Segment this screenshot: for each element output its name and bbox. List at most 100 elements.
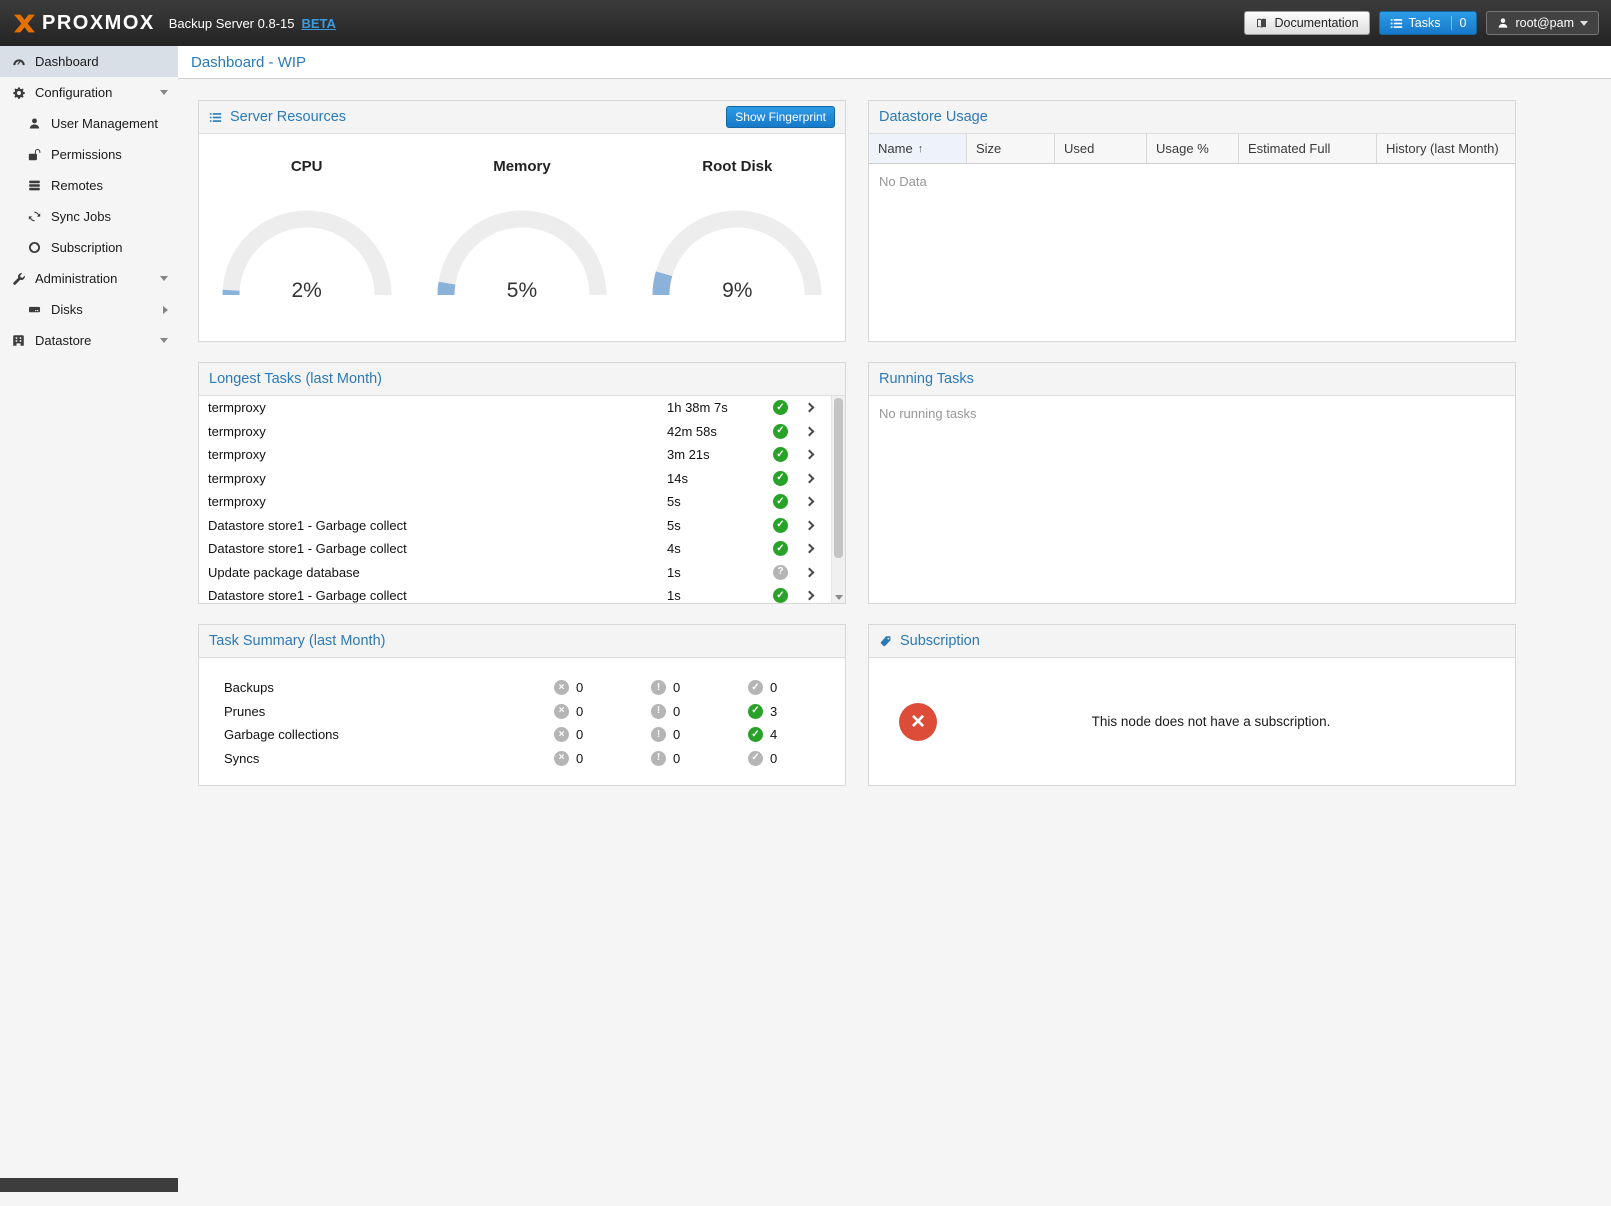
top-bar: PROXMOX Backup Server 0.8-15 BETA Docume…: [0, 0, 1611, 46]
tasks-count-badge: 0: [1451, 16, 1467, 30]
sidebar-item-sync-jobs[interactable]: Sync Jobs: [0, 201, 178, 232]
server-resources-body: CPU 2% Memory 5%: [199, 134, 845, 341]
chevron-down-icon[interactable]: [160, 276, 168, 281]
task-row[interactable]: termproxy 1h 38m 7s ✓: [199, 396, 845, 420]
sidebar-item-label: Administration: [35, 271, 117, 286]
chevron-down-icon[interactable]: [160, 90, 168, 95]
sidebar-item-administration[interactable]: Administration: [0, 263, 178, 294]
task-row[interactable]: Datastore store1 - Garbage collect 4s ✓: [199, 537, 845, 561]
user-menu-button[interactable]: root@pam: [1486, 11, 1599, 35]
chevron-right-icon[interactable]: [805, 567, 815, 577]
chevron-right-icon[interactable]: [805, 544, 815, 554]
column-header-name[interactable]: Name ↑: [869, 134, 967, 163]
sidebar-item-configuration[interactable]: Configuration: [0, 77, 178, 108]
chevron-right-icon[interactable]: [805, 591, 815, 601]
column-header-size[interactable]: Size: [967, 134, 1055, 163]
sidebar-item-user-management[interactable]: User Management: [0, 108, 178, 139]
chevron-right-icon[interactable]: [805, 450, 815, 460]
sidebar-item-remotes[interactable]: Remotes: [0, 170, 178, 201]
sidebar-item-permissions[interactable]: Permissions: [0, 139, 178, 170]
vertical-scrollbar[interactable]: [831, 396, 845, 603]
no-running-tasks-text: No running tasks: [869, 396, 1515, 431]
datastore-usage-panel: Datastore Usage Name ↑ Size Used Usage %…: [868, 100, 1516, 342]
gauge-label: Root Disk: [642, 158, 832, 175]
error-circle-icon: ×: [554, 680, 569, 695]
documentation-button[interactable]: Documentation: [1244, 11, 1369, 35]
column-header-usage-pct[interactable]: Usage %: [1147, 134, 1239, 163]
ok-circle-icon: ✓: [748, 704, 763, 719]
user-icon: [1497, 17, 1509, 29]
task-status-icon: ✓: [773, 588, 788, 603]
server-stack-icon: [27, 179, 42, 192]
summary-row-syncs: Syncs ×0 !0 ✓0: [199, 747, 845, 771]
warning-circle-icon: !: [651, 704, 666, 719]
ok-count: 3: [770, 704, 777, 719]
ok-count: 0: [770, 751, 777, 766]
beta-link[interactable]: BETA: [301, 16, 335, 31]
error-count: 0: [576, 680, 583, 695]
task-row[interactable]: termproxy 42m 58s ✓: [199, 420, 845, 444]
table-header-row: Name ↑ Size Used Usage % Estimated Full …: [869, 134, 1515, 164]
no-subscription-icon: ×: [899, 703, 937, 741]
product-version: Backup Server 0.8-15: [169, 16, 295, 31]
brand-text: PROXMOX: [42, 12, 155, 35]
task-row[interactable]: Datastore store1 - Garbage collect 1s ✓: [199, 584, 845, 603]
column-header-history[interactable]: History (last Month): [1377, 134, 1515, 163]
task-row[interactable]: termproxy 14s ✓: [199, 467, 845, 491]
sidebar-item-label: Dashboard: [35, 54, 99, 69]
summary-label: Prunes: [224, 704, 554, 719]
chevron-down-icon[interactable]: [160, 338, 168, 343]
sidebar-item-label: User Management: [51, 116, 158, 131]
scrollbar-thumb[interactable]: [834, 398, 843, 558]
sidebar-item-label: Permissions: [51, 147, 122, 162]
task-row[interactable]: termproxy 3m 21s ✓: [199, 443, 845, 467]
task-status-icon: ✓: [773, 471, 788, 486]
sidebar-item-label: Datastore: [35, 333, 91, 348]
show-fingerprint-button[interactable]: Show Fingerprint: [726, 106, 835, 128]
ok-count: 4: [770, 727, 777, 742]
gauge-value: 9%: [647, 279, 827, 303]
sidebar-item-label: Remotes: [51, 178, 103, 193]
chevron-right-icon[interactable]: [805, 403, 815, 413]
chevron-right-icon[interactable]: [805, 426, 815, 436]
chevron-right-icon[interactable]: [805, 520, 815, 530]
warning-count: 0: [673, 704, 680, 719]
ok-circle-icon: ✓: [748, 751, 763, 766]
subscription-panel: Subscription × This node does not have a…: [868, 624, 1516, 786]
resources-icon: [209, 111, 222, 124]
chevron-right-icon[interactable]: [805, 497, 815, 507]
task-status-icon: ✓: [773, 518, 788, 533]
scrollbar-down-arrow[interactable]: [835, 595, 843, 600]
panel-title: Task Summary (last Month): [209, 633, 385, 649]
error-count: 0: [576, 704, 583, 719]
sidebar-footer: [0, 1178, 178, 1192]
chevron-right-icon[interactable]: [805, 473, 815, 483]
summary-label: Syncs: [224, 751, 554, 766]
longest-tasks-panel: Longest Tasks (last Month) termproxy 1h …: [198, 362, 846, 604]
sidebar-item-dashboard[interactable]: Dashboard: [0, 46, 178, 77]
sidebar-item-datastore[interactable]: Datastore: [0, 325, 178, 356]
sidebar-item-subscription[interactable]: Subscription: [0, 232, 178, 263]
warning-count: 0: [673, 727, 680, 742]
datastore-usage-body: Name ↑ Size Used Usage % Estimated Full …: [869, 134, 1515, 341]
task-status-icon: ✓: [773, 400, 788, 415]
warning-count: 0: [673, 751, 680, 766]
task-row[interactable]: Datastore store1 - Garbage collect 5s ✓: [199, 514, 845, 538]
task-row[interactable]: termproxy 5s ✓: [199, 490, 845, 514]
column-header-estimated-full[interactable]: Estimated Full: [1239, 134, 1377, 163]
task-row[interactable]: Update package database 1s ?: [199, 561, 845, 585]
chevron-down-icon: [1580, 21, 1588, 26]
topbar-actions: Documentation Tasks 0 root@pam: [1244, 11, 1599, 35]
panel-title: Longest Tasks (last Month): [209, 371, 382, 387]
sidebar-item-disks[interactable]: Disks: [0, 294, 178, 325]
summary-row-garbage-collections: Garbage collections ×0 !0 ✓4: [199, 723, 845, 747]
chevron-right-icon[interactable]: [163, 306, 168, 314]
task-status-icon: ✓: [773, 494, 788, 509]
column-header-used[interactable]: Used: [1055, 134, 1147, 163]
ok-circle-icon: ✓: [748, 727, 763, 742]
task-summary-header: Task Summary (last Month): [199, 625, 845, 658]
server-resources-header: Server Resources Show Fingerprint: [199, 101, 845, 134]
task-summary-panel: Task Summary (last Month) Backups ×0 !0 …: [198, 624, 846, 786]
error-circle-icon: ×: [554, 727, 569, 742]
tasks-button[interactable]: Tasks 0: [1379, 11, 1478, 35]
